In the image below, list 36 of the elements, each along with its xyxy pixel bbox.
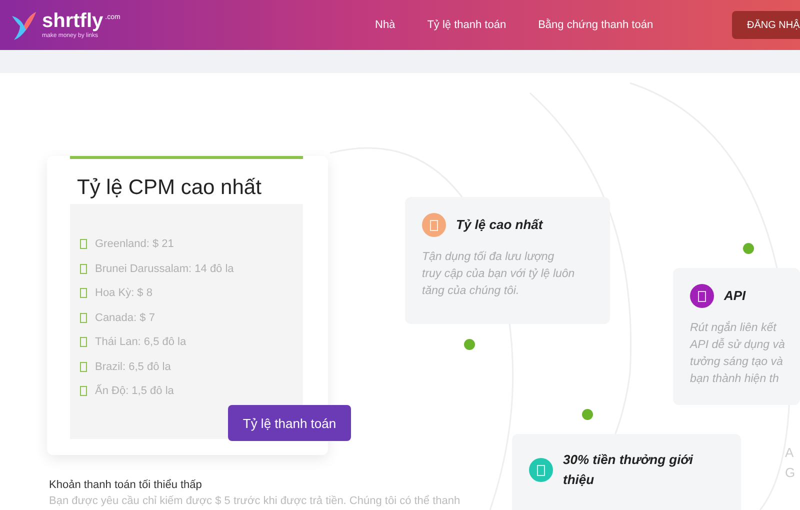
timeline-dot [743, 243, 754, 254]
nav-link[interactable]: Nhà [375, 19, 396, 31]
rate-item: Thái Lan: 6,5 đô la [95, 336, 186, 348]
feature-title: Tỷ lệ cao nhất [456, 216, 543, 234]
feature-description: Rút ngắn liên kết [690, 320, 778, 336]
square-icon [80, 386, 87, 396]
rate-item: Hoa Kỳ: $ 8 [95, 287, 152, 300]
rate-item: Ấn Độ: 1,5 đô la [95, 385, 174, 398]
square-icon [80, 362, 87, 372]
rate-item: Greenland: $ 21 [95, 238, 174, 250]
feature-heading: Khoản thanh toán tối thiểu thấp [49, 479, 203, 492]
feature-description: tăng của chúng tôi. [422, 284, 520, 299]
feature-description: bạn thành hiện th [690, 372, 780, 387]
rate-item: Brunei Darussalam: 14 đô la [95, 262, 234, 275]
feature-description: tưởng sáng tạo và [690, 355, 784, 370]
logo-text: shrtfly [42, 11, 104, 31]
nav-link[interactable]: Tỷ lệ thanh toán [427, 19, 506, 31]
feature-description: truy cập của bạn với tỷ lệ luôn [422, 267, 576, 282]
payout-rates-button[interactable]: Tỷ lệ thanh toán [228, 405, 351, 441]
square-icon [80, 337, 87, 348]
login-button[interactable]: ĐĂNG NHẬ [732, 11, 800, 39]
square-icon [80, 312, 87, 323]
card-title: Tỷ lệ CPM cao nhất [76, 175, 262, 201]
feature-text: Bạn được yêu cầu chỉ kiếm được $ 5 trước khi được trả tiền. Chúng tôi có thể thanh [49, 494, 460, 509]
feature-description: API dễ sử dụng và [690, 337, 786, 353]
feature-description: Tận dụng tối đa lưu lượng [422, 250, 556, 265]
square-icon [80, 239, 87, 250]
square-icon [80, 288, 87, 298]
nav-link[interactable]: Bằng chứng thanh toán [538, 19, 654, 31]
square-icon [80, 264, 87, 274]
rate-item: Brazil: 6,5 đô la [95, 360, 171, 373]
feature-title: 30% tiền thưởng giới thiệu [563, 451, 694, 489]
timeline-dot [582, 409, 593, 420]
rate-item: Canada: $ 7 [95, 312, 155, 324]
feature-title: API [724, 287, 746, 305]
timeline-dot [464, 339, 475, 350]
